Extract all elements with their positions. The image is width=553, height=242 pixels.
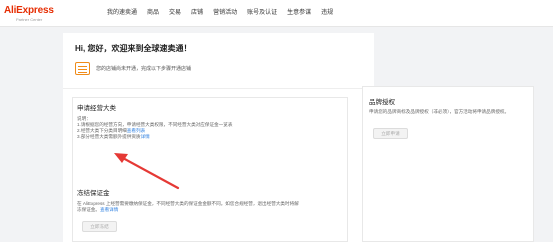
main-panel: Hi, 您好，欢迎来到全球速卖通！ 您的店铺尚未开通，完成以下步骤开通店铺 申请…: [63, 33, 374, 242]
deposit-card-title: 冻结保证金: [77, 190, 110, 197]
deposit-line-2-text: 冻保证金。: [77, 207, 100, 212]
notice-text: 您的店铺尚未开通，完成以下步骤开通店铺: [96, 65, 192, 72]
logo-text: AliExpress: [4, 5, 54, 16]
nav-products[interactable]: 商品: [147, 8, 159, 20]
apply-line-3-text: 3.部分经营大类需额外提供资质: [77, 134, 141, 139]
logo-subtitle: Partner Center: [16, 17, 43, 22]
apply-card-title: 申请经营大类: [77, 105, 116, 112]
brand-card-text: 申请您的品牌商标及品牌授权（非必须），官方活动将申请品牌授权。: [369, 109, 510, 114]
apply-line-2-text: 2.经营大类下分类目明细: [77, 128, 127, 133]
aliexpress-logo[interactable]: AliExpress Partner Center: [4, 5, 64, 23]
welcome-heading: Hi, 您好，欢迎来到全球速卖通！: [75, 44, 192, 53]
nav-marketing[interactable]: 营销活动: [213, 8, 237, 20]
nav-store[interactable]: 店铺: [191, 8, 203, 20]
brand-auth-card: 品牌授权 申请您的品牌商标及品牌授权（非必须），官方活动将申请品牌授权。 立即申…: [362, 86, 534, 242]
view-list-link[interactable]: 查看列表: [127, 128, 145, 133]
nav-account[interactable]: 账号及认证: [247, 8, 277, 20]
freeze-deposit-button[interactable]: 立即冻结: [82, 221, 117, 232]
deposit-line-2: 冻保证金。查看详情: [77, 207, 118, 213]
store-icon: [75, 61, 90, 75]
apply-line-3: 3.部分经营大类需额外提供资质详情: [77, 134, 150, 140]
view-details-link[interactable]: 查看详情: [100, 207, 118, 212]
details-link[interactable]: 详情: [141, 134, 150, 139]
main-nav: 我的速卖通 商品 交易 店铺 营销活动 账号及认证 生意参谋 违规: [107, 8, 343, 20]
nav-business-advisor[interactable]: 生意参谋: [287, 8, 311, 20]
divider: [63, 88, 374, 89]
brand-card-title: 品牌授权: [369, 99, 395, 106]
nav-transactions[interactable]: 交易: [169, 8, 181, 20]
top-navigation-bar: AliExpress Partner Center 我的速卖通 商品 交易 店铺…: [0, 0, 553, 27]
nav-violations[interactable]: 违规: [321, 8, 333, 20]
deposit-card: 冻结保证金 在 AliExpress 上经营需要缴纳保证金，不同经营大类的保证金…: [72, 181, 348, 242]
nav-my-aliexpress[interactable]: 我的速卖通: [107, 8, 137, 20]
store-notice: 您的店铺尚未开通，完成以下步骤开通店铺: [75, 58, 191, 78]
brand-apply-button[interactable]: 立即申请: [373, 128, 408, 139]
